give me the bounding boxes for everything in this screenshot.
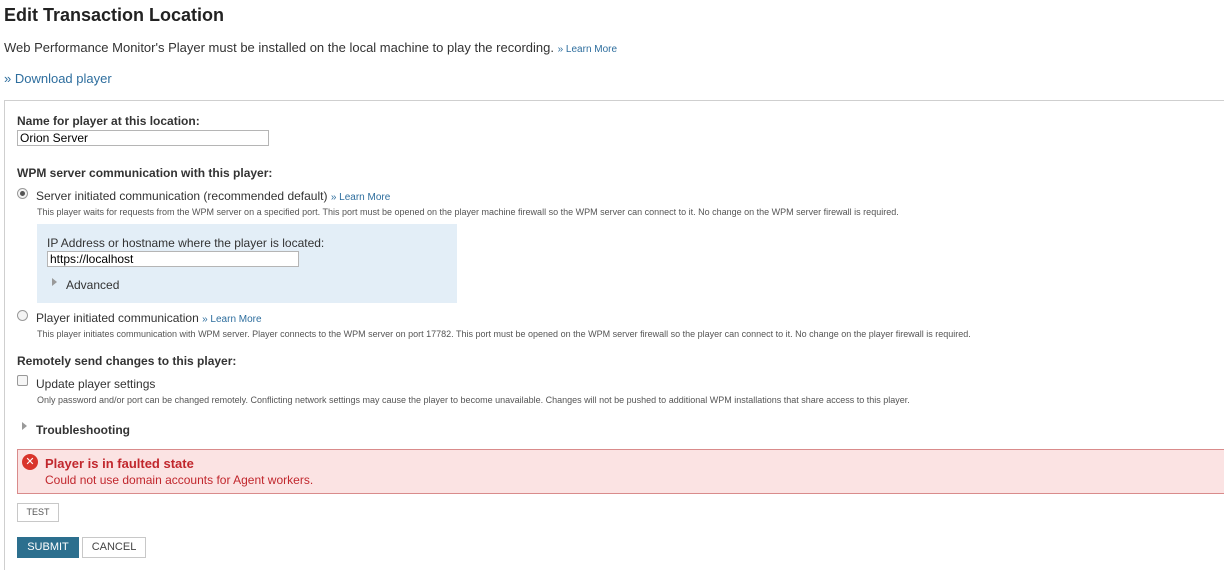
player-name-label: Name for player at this location: (17, 114, 200, 128)
cancel-button[interactable]: CANCEL (82, 537, 146, 558)
player-initiated-label: Player initiated communication (36, 311, 199, 325)
intro-learn-more-link[interactable]: » Learn More (558, 44, 617, 55)
error-banner: ✕ Player is in faulted state Could not u… (17, 449, 1224, 494)
advanced-toggle[interactable]: Advanced (66, 278, 119, 292)
remote-changes-heading: Remotely send changes to this player: (17, 354, 237, 368)
server-initiated-option: Server initiated communication (recommen… (36, 189, 390, 203)
server-initiated-learn-more-link[interactable]: » Learn More (331, 192, 390, 203)
ip-address-panel: IP Address or hostname where the player … (37, 224, 457, 303)
intro-text: Web Performance Monitor's Player must be… (4, 40, 617, 55)
communication-heading: WPM server communication with this playe… (17, 166, 273, 180)
server-initiated-radio[interactable] (17, 188, 28, 199)
ip-address-label: IP Address or hostname where the player … (47, 236, 325, 250)
update-settings-checkbox[interactable] (17, 375, 28, 386)
advanced-expand-icon[interactable] (52, 278, 57, 286)
submit-button[interactable]: SUBMIT (17, 537, 79, 558)
player-initiated-description: This player initiates communication with… (37, 329, 971, 339)
server-initiated-label: Server initiated communication (recommen… (36, 189, 328, 203)
player-name-input[interactable] (17, 130, 269, 146)
update-settings-label[interactable]: Update player settings (36, 377, 155, 391)
troubleshooting-expand-icon[interactable] (22, 422, 27, 430)
troubleshooting-toggle[interactable]: Troubleshooting (36, 423, 130, 437)
test-button[interactable]: TEST (17, 503, 59, 522)
error-message: Could not use domain accounts for Agent … (45, 473, 314, 487)
server-initiated-description: This player waits for requests from the … (37, 207, 899, 217)
download-player-link[interactable]: » Download player (4, 71, 112, 86)
ip-address-input[interactable] (47, 251, 299, 267)
error-title: Player is in faulted state (45, 456, 194, 471)
error-x-icon: ✕ (22, 454, 38, 470)
player-initiated-radio[interactable] (17, 310, 28, 321)
update-settings-description: Only password and/or port can be changed… (37, 395, 910, 405)
player-initiated-learn-more-link[interactable]: » Learn More (202, 314, 261, 325)
page-title: Edit Transaction Location (4, 5, 225, 25)
intro-message: Web Performance Monitor's Player must be… (4, 40, 554, 55)
player-initiated-option: Player initiated communication » Learn M… (36, 311, 262, 325)
